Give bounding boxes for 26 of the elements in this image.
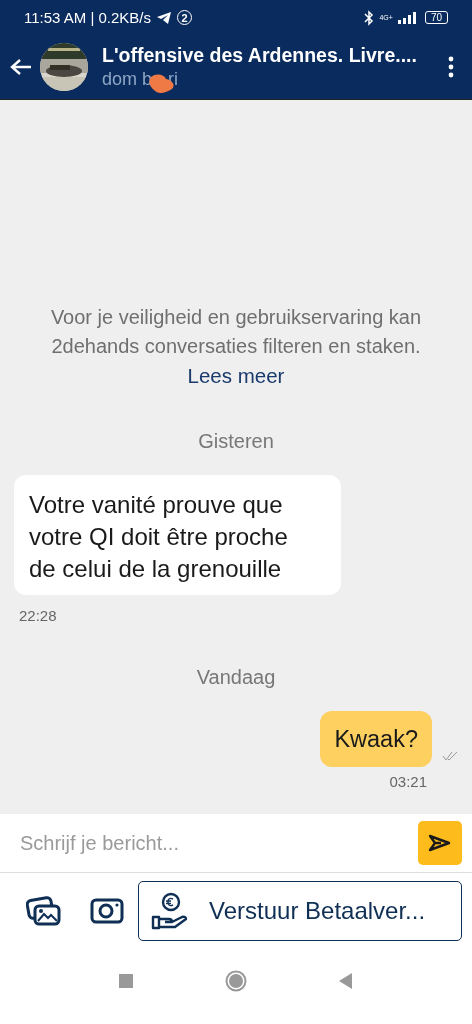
recent-apps-icon[interactable]	[119, 973, 133, 988]
more-options-icon[interactable]	[448, 56, 454, 78]
read-more-link[interactable]: Lees meer	[187, 364, 285, 388]
listing-title: L'offensive des Ardennes. Livre....	[102, 43, 418, 67]
send-icon	[427, 833, 453, 853]
payment-request-button[interactable]: Verstuur Betaalver...	[138, 881, 462, 941]
home-icon[interactable]	[225, 969, 247, 992]
date-separator: Vandaag	[195, 666, 277, 689]
message-time: 22:28	[18, 607, 58, 624]
send-button[interactable]	[418, 821, 462, 865]
back-arrow-icon[interactable]	[10, 58, 32, 76]
date-separator: Gisteren	[197, 430, 275, 453]
signal-icon	[397, 11, 416, 24]
back-icon[interactable]	[339, 972, 353, 989]
photos-icon[interactable]	[26, 895, 62, 927]
sent-message: Kwaak?	[320, 711, 432, 767]
camera-icon[interactable]	[90, 897, 124, 925]
message-input[interactable]: Schrijf je bericht...	[20, 815, 418, 871]
bluetooth-icon	[364, 9, 375, 26]
hand-coin-icon	[151, 891, 189, 931]
safety-notice: Voor je veiligheid en gebruikservaring kan 2dehands conversaties filteren en staken.	[49, 305, 423, 359]
message-time: 03:21	[388, 773, 428, 790]
received-message: Votre vanité prouve que votre QI doit être proche de celui de la grenouille	[14, 475, 341, 595]
battery-level: 70	[424, 11, 448, 24]
paper-plane-icon	[156, 10, 173, 25]
status-time: 11:53 AM | 0.2KB/s	[24, 9, 152, 26]
